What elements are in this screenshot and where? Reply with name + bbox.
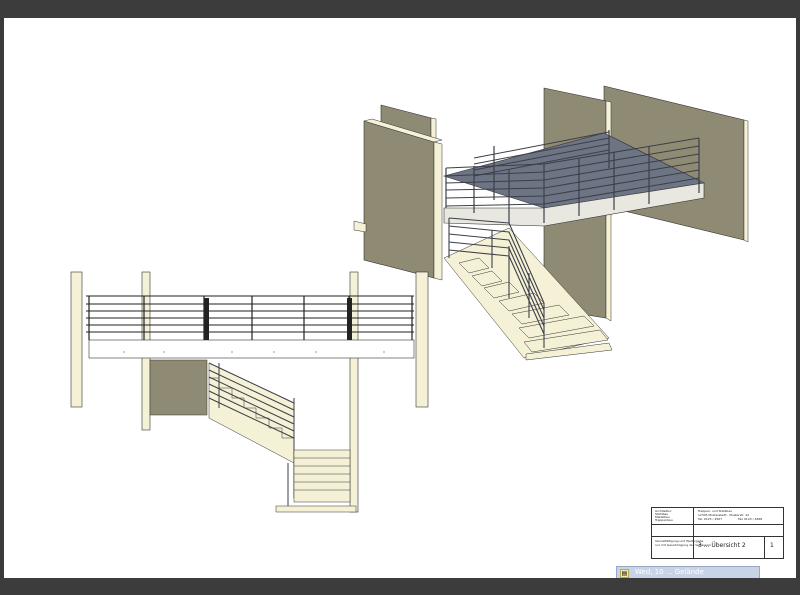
header-line-4: Treppenbau: [655, 518, 673, 522]
sheet-number: 1: [770, 542, 774, 549]
front-left-wall: [363, 120, 435, 279]
elev-stair-flight: [208, 362, 295, 498]
drawing-name: 3 ... Übersicht 2: [698, 542, 746, 549]
staircase-drawing: [70, 85, 749, 513]
elev-railing-bars: [86, 295, 414, 333]
bottom-status-bar: [0, 578, 800, 595]
document-icon: ▤: [620, 569, 629, 578]
top-toolbar: [0, 0, 800, 18]
elev-shadow-wall: [149, 359, 208, 416]
right-wall-edge: [743, 119, 749, 243]
title-block: Architektur Stahlbau Metallbau Treppenba…: [651, 507, 784, 559]
drawing-sheet: Architektur Stahlbau Metallbau Treppenba…: [4, 18, 796, 580]
company-fax: Fax 0123 / 4568: [738, 517, 763, 521]
elev-landing-slab: [88, 339, 415, 359]
elev-right-wall: [415, 271, 429, 408]
elev-left-wall: [70, 271, 83, 408]
layout-tab-label: Wed, 10 ... Gelände: [635, 568, 704, 576]
front-left-wall-edge: [433, 141, 443, 281]
isometric-view: [353, 85, 749, 361]
company-phone: Tel. 0123 / 4567: [698, 517, 723, 521]
elevation-view: [70, 271, 429, 513]
